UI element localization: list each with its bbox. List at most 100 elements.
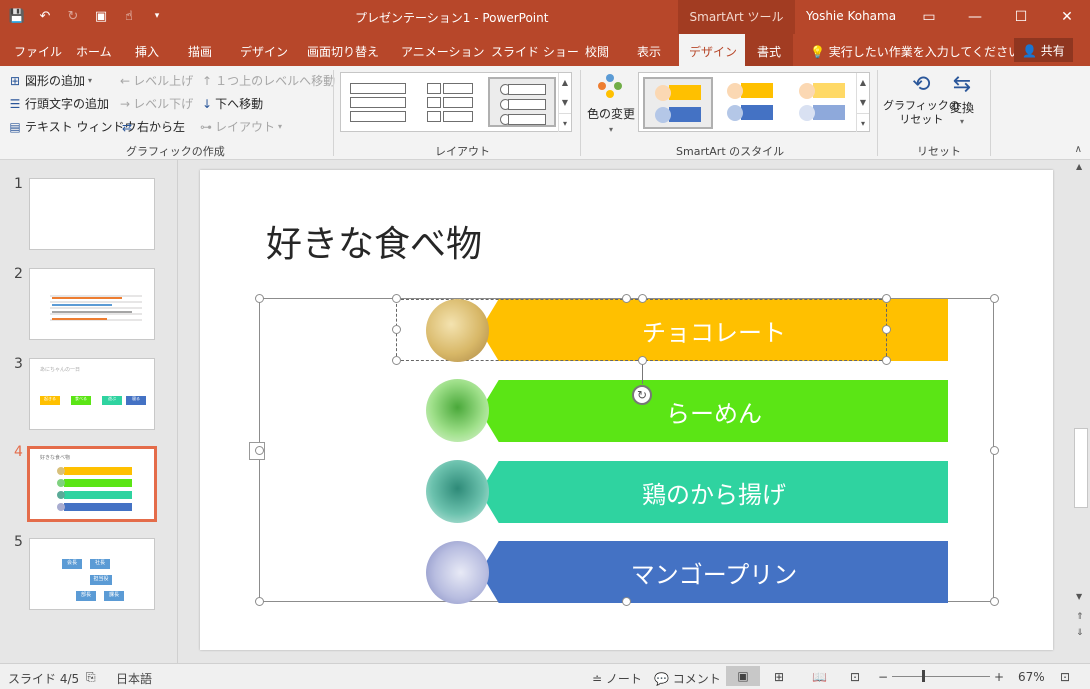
slideshow-view-icon[interactable]: ⊡ xyxy=(850,670,860,684)
layout-button[interactable]: ⊶ レイアウト ▾ xyxy=(200,118,282,135)
fit-to-window-icon[interactable]: ⊡ xyxy=(1060,670,1070,684)
zoom-out-icon[interactable]: − xyxy=(878,670,888,684)
slide-sorter-icon[interactable]: ⊞ xyxy=(774,670,784,684)
resize-handle[interactable] xyxy=(255,446,264,455)
gallery-scroll-up[interactable]: ▲ xyxy=(558,73,571,93)
tab-view[interactable]: 表示 xyxy=(637,43,661,60)
maximize-button[interactable]: ☐ xyxy=(998,0,1044,34)
zoom-level[interactable]: 67% xyxy=(1018,670,1045,684)
smartart-item-2[interactable]: らーめん xyxy=(480,380,948,442)
slide-canvas[interactable]: 好きな食べ物 ‹ チョコレート らーめん 鶏のから揚げ マンゴープリン ↻ xyxy=(200,170,1053,650)
next-slide-icon[interactable]: ⇓ xyxy=(1076,628,1084,638)
style-option-3[interactable] xyxy=(789,77,859,129)
shape-handle[interactable] xyxy=(882,325,891,334)
shape-handle[interactable] xyxy=(638,356,647,365)
share-button[interactable]: 👤 共有 xyxy=(1014,38,1073,62)
slideshow-icon[interactable]: ▣ xyxy=(92,7,110,25)
scroll-down-icon[interactable]: ▼ xyxy=(1076,592,1082,601)
tell-me-search[interactable]: 💡 実行したい作業を入力してください xyxy=(810,43,1020,60)
reading-view-icon[interactable]: 📖 xyxy=(812,670,827,684)
tab-design[interactable]: デザイン xyxy=(240,43,288,60)
minimize-button[interactable]: — xyxy=(952,0,998,34)
layout-option-2[interactable] xyxy=(421,77,489,127)
resize-handle[interactable] xyxy=(622,294,631,303)
slide-thumbnail-2[interactable] xyxy=(29,268,155,340)
customize-qat-icon[interactable]: ▾ xyxy=(148,7,166,25)
resize-handle[interactable] xyxy=(255,294,264,303)
scroll-up-icon[interactable]: ▲ xyxy=(1076,162,1082,171)
shape-handle[interactable] xyxy=(392,294,401,303)
chocolate-photo[interactable] xyxy=(426,299,489,362)
collapse-ribbon-icon[interactable]: ∧ xyxy=(1075,144,1082,155)
zoom-in-icon[interactable]: + xyxy=(994,670,1004,684)
tab-home[interactable]: ホーム xyxy=(76,43,112,60)
language-indicator[interactable]: 日本語 xyxy=(116,670,152,687)
shape-handle[interactable] xyxy=(882,294,891,303)
text-pane-button[interactable]: ▤ テキスト ウィンドウ xyxy=(8,118,136,135)
zoom-slider[interactable] xyxy=(892,676,990,677)
slide-thumbnail-1[interactable] xyxy=(29,178,155,250)
vertical-scrollbar[interactable]: ▲ ▼ ⇑ ⇓ xyxy=(1072,160,1090,663)
ramen-photo[interactable] xyxy=(426,379,489,442)
redo-icon[interactable]: ↻ xyxy=(64,7,82,25)
change-colors-button[interactable]: 色の変更 ▾ xyxy=(587,72,635,134)
rotate-handle-icon[interactable]: ↻ xyxy=(632,385,652,405)
tab-review[interactable]: 校閲 xyxy=(585,43,609,60)
reset-graphic-button[interactable]: ⟲ グラフィックの リセット xyxy=(883,72,960,127)
tab-file[interactable]: ファイル xyxy=(14,43,62,60)
layout-option-3-selected[interactable] xyxy=(488,77,556,127)
scroll-thumb[interactable] xyxy=(1074,428,1088,508)
user-name[interactable]: Yoshie Kohama xyxy=(806,9,896,23)
tab-slideshow[interactable]: スライド ショー xyxy=(491,43,579,60)
touch-mode-icon[interactable]: ☝ xyxy=(120,7,138,25)
comments-button[interactable]: 💬 コメント xyxy=(654,670,721,687)
previous-slide-icon[interactable]: ⇑ xyxy=(1076,612,1084,622)
shape-handle[interactable] xyxy=(392,325,401,334)
smartart-frame[interactable]: ‹ チョコレート らーめん 鶏のから揚げ マンゴープリン ↻ xyxy=(249,294,999,606)
tab-format[interactable]: 書式 xyxy=(745,34,794,66)
gallery-scroll-down[interactable]: ▼ xyxy=(558,93,571,113)
slide-thumbnail-5[interactable]: 会長 社長 担当役 部長 課長 xyxy=(29,538,155,610)
layout-option-1[interactable] xyxy=(346,77,414,127)
zoom-slider-thumb[interactable] xyxy=(922,670,925,682)
resize-handle[interactable] xyxy=(990,446,999,455)
convert-button[interactable]: ⇆ 変換 ▾ xyxy=(950,72,974,126)
accessibility-icon[interactable]: ⎘ xyxy=(86,670,96,685)
close-button[interactable]: ✕ xyxy=(1044,0,1090,34)
style-gallery-scroll-down[interactable]: ▼ xyxy=(856,93,869,113)
save-icon[interactable]: 💾 xyxy=(8,7,26,25)
resize-handle[interactable] xyxy=(255,597,264,606)
style-option-2[interactable] xyxy=(717,77,787,129)
move-down-button[interactable]: ↓ 下へ移動 xyxy=(202,95,263,112)
tab-transitions[interactable]: 画面切り替え xyxy=(307,43,379,60)
ribbon-display-icon[interactable]: ▭ xyxy=(906,0,952,34)
tab-animations[interactable]: アニメーション xyxy=(401,43,485,60)
slide-thumbnail-3[interactable]: あにちゃんの一日 起きる 食べる 遊ぶ 寝る xyxy=(29,358,155,430)
resize-handle[interactable] xyxy=(622,597,631,606)
notes-button[interactable]: ≐ ノート xyxy=(592,670,642,687)
slide-title[interactable]: 好きな食べ物 xyxy=(266,215,482,267)
undo-icon[interactable]: ↶ xyxy=(36,7,54,25)
style-gallery-more[interactable]: ▾ xyxy=(856,113,869,132)
demote-button[interactable]: → レベル下げ xyxy=(120,95,193,112)
karaage-photo[interactable] xyxy=(426,460,489,523)
promote-button[interactable]: ← レベル上げ xyxy=(120,72,193,89)
style-option-1-selected[interactable] xyxy=(643,77,713,129)
tab-draw[interactable]: 描画 xyxy=(188,43,212,60)
gallery-more[interactable]: ▾ xyxy=(558,113,571,132)
slide-thumbnail-4-selected[interactable]: 好きな食べ物 xyxy=(27,446,157,522)
resize-handle[interactable] xyxy=(990,597,999,606)
add-bullet-button[interactable]: ☰ 行頭文字の追加 xyxy=(8,95,109,112)
tab-smartart-design[interactable]: デザイン xyxy=(679,34,748,66)
shape-handle[interactable] xyxy=(638,294,647,303)
smartart-item-3[interactable]: 鶏のから揚げ xyxy=(480,461,948,523)
resize-handle[interactable] xyxy=(990,294,999,303)
right-to-left-button[interactable]: ⇄ 右から左 xyxy=(120,118,185,135)
shape-handle[interactable] xyxy=(882,356,891,365)
mango-pudding-photo[interactable] xyxy=(426,541,489,604)
tab-insert[interactable]: 挿入 xyxy=(135,43,159,60)
smartart-item-4[interactable]: マンゴープリン xyxy=(480,541,948,603)
normal-view-icon[interactable]: ▣ xyxy=(726,666,760,686)
style-gallery-scroll-up[interactable]: ▲ xyxy=(856,73,869,93)
shape-handle[interactable] xyxy=(392,356,401,365)
